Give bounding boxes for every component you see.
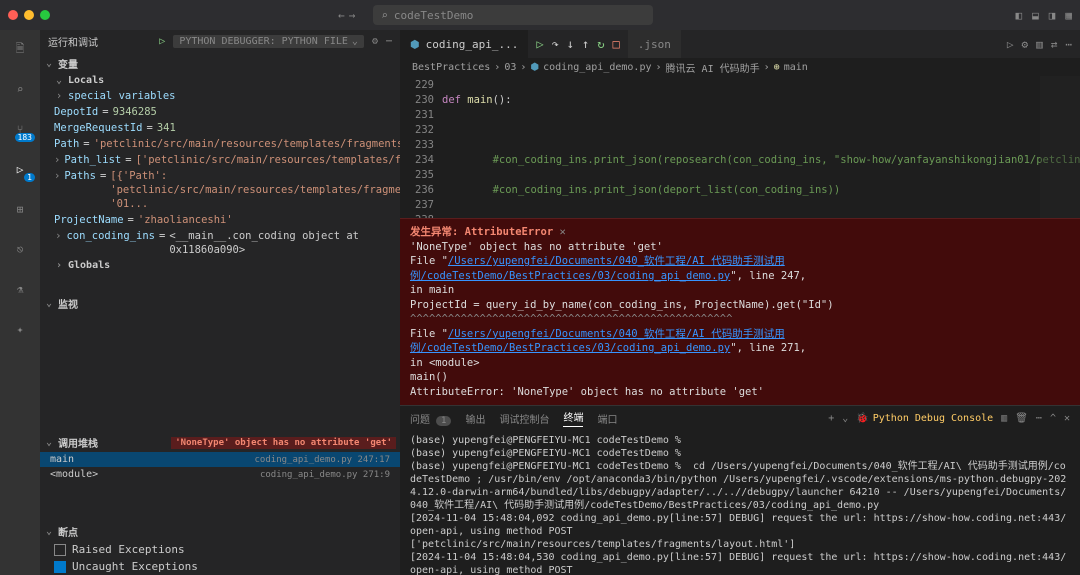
- tab-terminal[interactable]: 终端: [563, 409, 583, 427]
- terminal-output[interactable]: (base) yupengfei@PENGFEIYU-MC1 codeTestD…: [400, 430, 1080, 575]
- layout-left-icon[interactable]: ◧: [1016, 9, 1023, 22]
- search-icon[interactable]: ⌕: [9, 78, 31, 100]
- bottom-panel: 问题 1 输出 调试控制台 终端 端口 + ⌄ 🐞 Python Debug C…: [400, 405, 1080, 575]
- minimap[interactable]: [1040, 76, 1080, 218]
- search-icon: ⌕: [381, 9, 388, 22]
- variables-section[interactable]: ⌄变量: [40, 54, 400, 73]
- command-center[interactable]: ⌕ codeTestDemo: [373, 5, 653, 25]
- var-projectname[interactable]: ProjectName = 'zhaolianceshi': [54, 212, 400, 228]
- settings-icon[interactable]: ⚙: [1022, 38, 1029, 51]
- search-text: codeTestDemo: [394, 9, 473, 22]
- terminal-selector[interactable]: 🐞 Python Debug Console: [856, 413, 993, 424]
- locals-scope[interactable]: ⌄Locals: [40, 73, 400, 88]
- breadcrumb[interactable]: BestPractices › 03 › ⬢ coding_api_demo.p…: [400, 58, 1080, 76]
- debug-toolbar: ▷ ↷ ↓ ↑ ↻ □: [528, 37, 627, 51]
- sidebar-header: 运行和调试 ▷ Python Debugger: Python File ⌄ ⚙…: [40, 30, 400, 52]
- callstack-frame-0[interactable]: main coding_api_demo.py 247:17: [40, 452, 400, 467]
- callstack-frame-1[interactable]: <module> coding_api_demo.py 271:9: [40, 467, 400, 482]
- bp-uncaught[interactable]: Uncaught Exceptions: [40, 558, 400, 575]
- restart-icon[interactable]: ↻: [597, 37, 604, 51]
- tab-json[interactable]: .json: [628, 30, 681, 58]
- exception-file-link[interactable]: /Users/yupengfei/Documents/040_软件工程/AI 代…: [410, 255, 785, 282]
- back-icon[interactable]: ←: [338, 9, 345, 22]
- step-out-icon[interactable]: ↑: [582, 37, 589, 51]
- nav-arrows: ← →: [338, 9, 355, 22]
- var-pathlist[interactable]: ›Path_list = ['petclinic/src/main/resour…: [54, 152, 400, 168]
- source-control-icon[interactable]: ⑂183: [9, 118, 31, 140]
- var-mergeid[interactable]: MergeRequestId = 341: [54, 120, 400, 136]
- exception-file-link-2[interactable]: /Users/yupengfei/Documents/040_软件工程/AI 代…: [410, 328, 785, 355]
- var-depotid[interactable]: DepotId = 9346285: [54, 104, 400, 120]
- bp-raised[interactable]: Raised Exceptions: [40, 541, 400, 558]
- explorer-icon[interactable]: 🗎: [9, 38, 31, 60]
- close-panel-icon[interactable]: ✕: [1064, 413, 1070, 424]
- trash-icon[interactable]: 🗑: [1015, 413, 1028, 424]
- globals-scope[interactable]: ›Globals: [40, 258, 400, 273]
- tab-problems[interactable]: 问题 1: [410, 411, 451, 426]
- layout-right-icon[interactable]: ◨: [1049, 9, 1056, 22]
- debug-sidebar: 运行和调试 ▷ Python Debugger: Python File ⌄ ⚙…: [40, 30, 400, 575]
- var-con[interactable]: ›con_coding_ins = <__main__.con_coding o…: [54, 228, 400, 258]
- editor-area: ⬢coding_api_... ▷ ↷ ↓ ↑ ↻ □ .json ▷ ⚙ ▥ …: [400, 30, 1080, 575]
- var-path[interactable]: Path = 'petclinic/src/main/resources/tem…: [54, 136, 400, 152]
- test-icon[interactable]: ⚗: [9, 278, 31, 300]
- tab-ports[interactable]: 端口: [597, 411, 617, 426]
- start-debug-icon[interactable]: ▷: [159, 36, 165, 47]
- tab-console[interactable]: 调试控制台: [499, 411, 549, 426]
- stop-icon[interactable]: □: [613, 37, 620, 51]
- close-window[interactable]: [8, 10, 18, 20]
- panel-tabs: 问题 1 输出 调试控制台 终端 端口 + ⌄ 🐞 Python Debug C…: [400, 406, 1080, 430]
- debug-config-label: Python Debugger: Python File: [179, 36, 348, 47]
- layout-grid-icon[interactable]: ▦: [1065, 9, 1072, 22]
- callstack-section[interactable]: ⌄调用堆栈 'NoneType' object has no attribute…: [40, 433, 400, 452]
- remote-icon[interactable]: ⎋: [9, 238, 31, 260]
- sidebar-title: 运行和调试: [48, 34, 98, 49]
- watch-section[interactable]: ⌄监视: [40, 294, 400, 313]
- debug-icon[interactable]: ▷1: [9, 158, 31, 180]
- chevron-down-icon: ⌄: [352, 36, 358, 47]
- breakpoints-section[interactable]: ⌄断点: [40, 522, 400, 541]
- gear-icon[interactable]: ⚙: [372, 36, 378, 47]
- forward-icon[interactable]: →: [349, 9, 356, 22]
- exception-title: 发生异常: AttributeError: [410, 226, 553, 238]
- extensions-icon[interactable]: ⊞: [9, 198, 31, 220]
- more-icon[interactable]: ⋯: [386, 36, 392, 47]
- code-editor[interactable]: 2292302312322332342352362372382392402412…: [400, 76, 1080, 218]
- continue-icon[interactable]: ▷: [536, 37, 543, 51]
- step-into-icon[interactable]: ↓: [567, 37, 574, 51]
- window-controls: [8, 10, 50, 20]
- more-icon[interactable]: ⋯: [1065, 38, 1072, 51]
- maximize-panel-icon[interactable]: ^: [1050, 413, 1056, 424]
- new-terminal-icon[interactable]: +: [828, 413, 834, 424]
- split-terminal-icon[interactable]: ▥: [1001, 413, 1007, 424]
- run-icon[interactable]: ▷: [1007, 38, 1014, 51]
- variable-tree: ›special variables DepotId = 9346285 Mer…: [40, 88, 400, 258]
- tab-coding-api[interactable]: ⬢coding_api_...: [400, 30, 528, 58]
- line-gutter: 2292302312322332342352362372382392402412…: [400, 76, 442, 218]
- var-special[interactable]: ›special variables: [54, 88, 400, 104]
- terminal-chevron-icon[interactable]: ⌄: [842, 413, 848, 424]
- exception-badge: 'NoneType' object has no attribute 'get': [171, 437, 396, 449]
- close-exception-icon[interactable]: ✕: [559, 226, 565, 238]
- tab-output[interactable]: 输出: [465, 411, 485, 426]
- diff-icon[interactable]: ⇄: [1051, 38, 1058, 51]
- activity-bar: 🗎 ⌕ ⑂183 ▷1 ⊞ ⎋ ⚗ ✦: [0, 30, 40, 575]
- titlebar: ← → ⌕ codeTestDemo ◧ ⬓ ◨ ▦: [0, 0, 1080, 30]
- var-paths[interactable]: ›Paths = [{'Path': 'petclinic/src/main/r…: [54, 168, 400, 212]
- exception-overlay: 发生异常: AttributeError ✕ 'NoneType' object…: [400, 218, 1080, 405]
- layout-bottom-icon[interactable]: ⬓: [1032, 9, 1039, 22]
- more-icon[interactable]: ⋯: [1036, 413, 1042, 424]
- minimize-window[interactable]: [24, 10, 34, 20]
- debug-config-selector[interactable]: Python Debugger: Python File ⌄: [173, 35, 364, 48]
- ai-icon[interactable]: ✦: [9, 318, 31, 340]
- step-over-icon[interactable]: ↷: [552, 37, 559, 51]
- code-content[interactable]: def main(): #con_coding_ins.print_json(r…: [442, 76, 1080, 218]
- titlebar-right: ◧ ⬓ ◨ ▦: [1016, 9, 1073, 22]
- split-icon[interactable]: ▥: [1036, 38, 1043, 51]
- maximize-window[interactable]: [40, 10, 50, 20]
- editor-tabs: ⬢coding_api_... ▷ ↷ ↓ ↑ ↻ □ .json ▷ ⚙ ▥ …: [400, 30, 1080, 58]
